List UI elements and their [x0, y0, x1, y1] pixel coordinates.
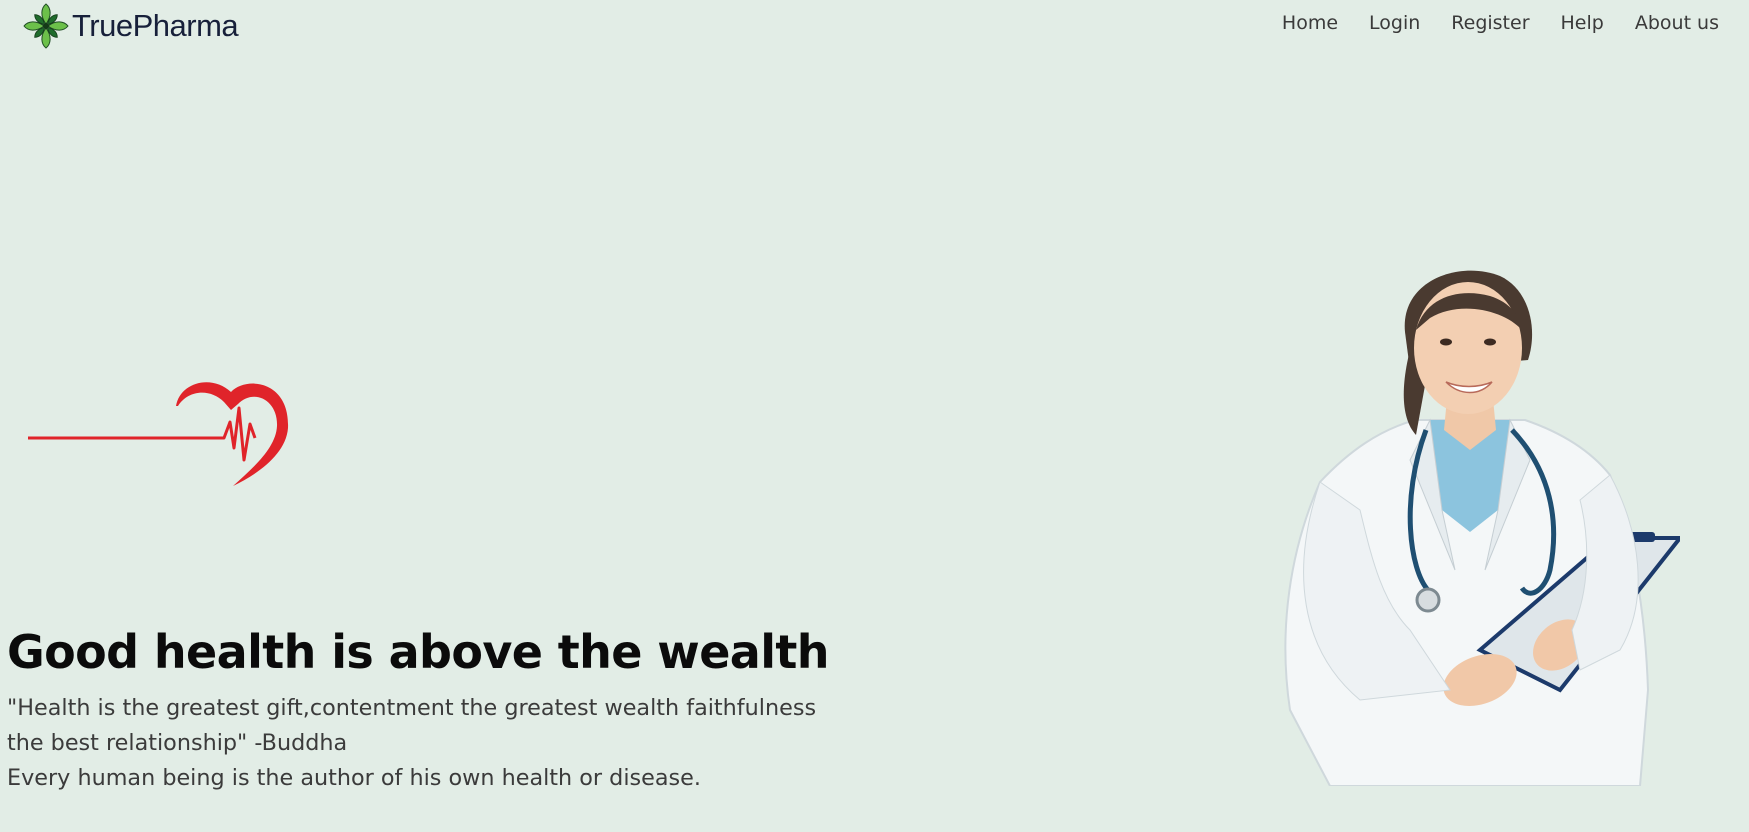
nav-home-link[interactable]: Home: [1282, 11, 1338, 35]
navbar: TruePharma Home Login Register Help Abou…: [0, 0, 1749, 52]
nav-register-link[interactable]: Register: [1451, 11, 1529, 35]
nav-about-link[interactable]: About us: [1635, 11, 1719, 35]
brand-home-link[interactable]: TruePharma: [22, 2, 239, 50]
leaf-flower-logo-icon: [23, 3, 69, 49]
hero-tagline: Every human being is the author of his o…: [7, 765, 701, 791]
quote-line-1: "Health is the greatest gift,contentment…: [7, 695, 817, 721]
quote-line-2: the best relationship" -Buddha: [7, 730, 348, 756]
main-nav: Home Login Register Help About us: [1282, 11, 1719, 35]
hero-quote: "Health is the greatest gift,contentment…: [7, 691, 907, 796]
heartbeat-heart-icon: [28, 382, 289, 486]
brand-name: TruePharma: [72, 7, 239, 43]
nav-login-link[interactable]: Login: [1369, 11, 1420, 35]
hero-title: Good health is above the wealth: [7, 625, 830, 679]
nav-help-link[interactable]: Help: [1561, 11, 1604, 35]
doctor-illustration: [1284, 270, 1680, 786]
